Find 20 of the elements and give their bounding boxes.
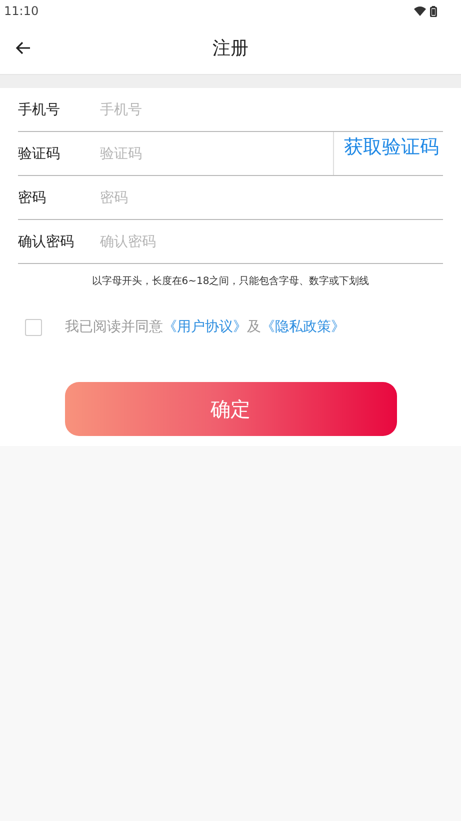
status-time: 11:10	[4, 4, 39, 18]
field-label: 密码	[18, 188, 47, 206]
get-code-button[interactable]: 获取验证码	[333, 132, 443, 175]
agree-checkbox[interactable]	[25, 318, 42, 336]
input-field[interactable]: 验证码	[100, 142, 333, 166]
agreement-text: 我已阅读并同意《用户协议》及《隐私政策》	[65, 318, 345, 336]
hint-text: 以字母开头，长度在6~18之间，只能包含字母、数字或下划线	[90, 274, 370, 288]
field-label: 确认密码	[18, 232, 75, 250]
input-field[interactable]: 确认密码	[100, 230, 443, 254]
confirm-button[interactable]: 确定	[64, 382, 396, 436]
agreement-link[interactable]: 《隐私政策》	[261, 319, 345, 335]
wifi-icon	[414, 6, 426, 16]
agreement-link[interactable]: 《用户协议》	[163, 319, 247, 335]
input-field[interactable]: 手机号	[100, 98, 443, 122]
field-label: 验证码	[18, 144, 61, 162]
page-title: 注册	[212, 37, 248, 60]
field-label: 手机号	[18, 100, 61, 118]
back-button[interactable]	[14, 40, 32, 56]
battery-icon	[430, 6, 437, 16]
input-field[interactable]: 密码	[100, 186, 443, 210]
